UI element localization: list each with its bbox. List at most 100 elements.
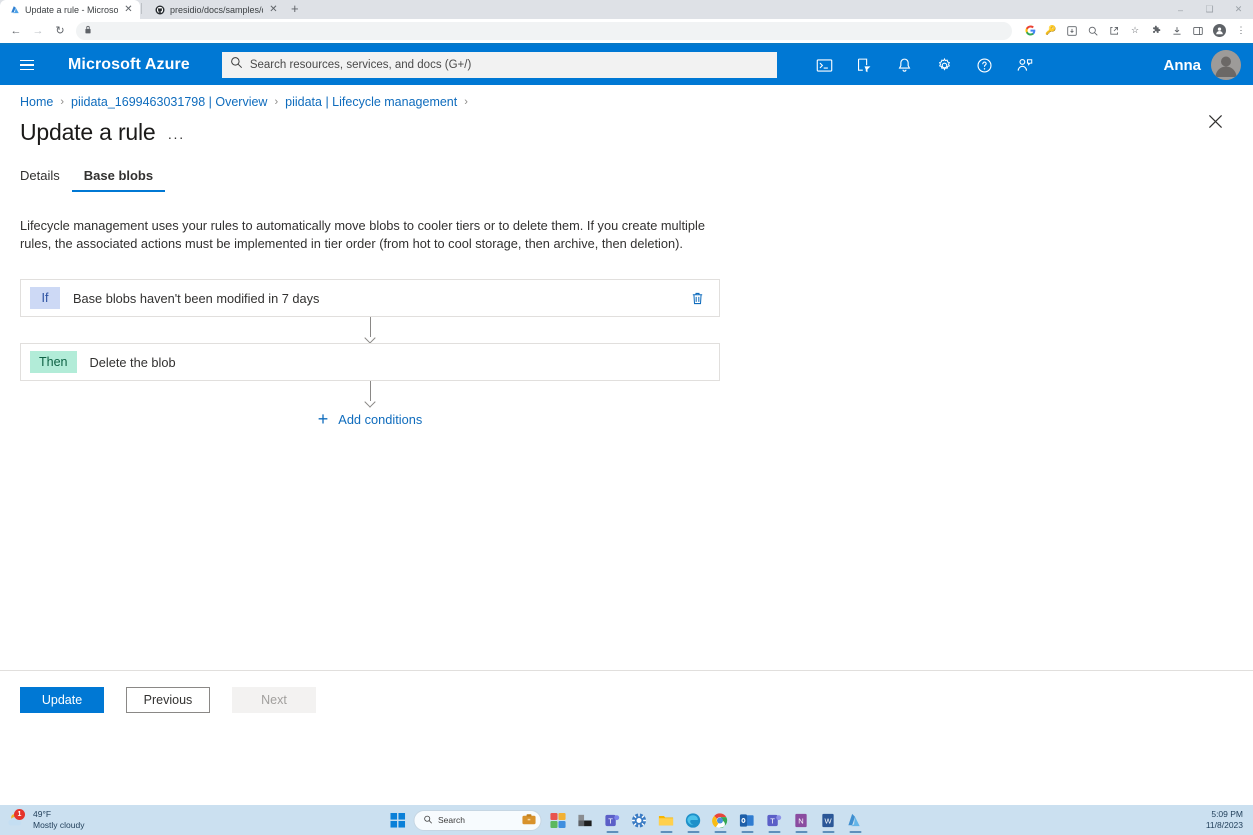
search-icon [423,815,432,826]
onenote-icon[interactable]: N [789,808,813,832]
cloud-shell-icon[interactable] [805,45,845,85]
word-icon[interactable]: W [816,808,840,832]
footer-action-bar: Update Previous Next [0,670,1253,755]
global-search-box[interactable] [221,52,777,78]
azure-storage-icon[interactable] [843,808,867,832]
taskbar-search-placeholder: Search [438,815,465,825]
azure-header-icons [805,45,1045,85]
browser-toolbar: ← → ↻ 🔑 ☆ ⋮ [0,19,1253,43]
rule-condition-row[interactable]: If Base blobs haven't been modified in 7… [20,279,720,318]
minimize-button[interactable]: – [1166,0,1195,19]
profile-icon[interactable] [1213,24,1226,37]
azure-top-bar: Microsoft Azure Anna [0,45,1253,85]
settings-icon[interactable] [627,808,651,832]
address-bar[interactable] [76,21,1012,40]
github-icon [154,4,165,15]
add-conditions-label: Add conditions [338,411,423,427]
windows-taskbar: 1 49°F Mostly cloudy Search T T N W 5:09… [0,805,1253,835]
side-panel-icon[interactable] [1192,25,1204,37]
share-icon[interactable] [1108,25,1120,37]
teams-chat-icon[interactable]: T [762,808,786,832]
user-menu[interactable]: Anna [1163,50,1241,80]
file-explorer-icon[interactable] [654,808,678,832]
condition-text: Base blobs haven't been modified in 7 da… [73,290,320,306]
chrome-icon[interactable] [708,808,732,832]
svg-text:W: W [824,816,832,825]
install-app-icon[interactable] [1066,25,1078,37]
svg-text:T: T [608,816,613,825]
more-options-icon[interactable]: ··· [168,121,185,145]
weather-widget[interactable]: 1 49°F Mostly cloudy [6,809,85,830]
tab-label: Details [20,168,60,183]
if-badge: If [30,287,60,310]
trash-icon[interactable] [685,286,709,310]
close-blade-button[interactable] [1201,107,1229,135]
user-name-label: Anna [1163,56,1202,74]
help-question-icon[interactable] [965,45,1005,85]
back-icon[interactable]: ← [6,21,26,41]
weather-temperature: 49°F [33,809,52,820]
feedback-icon[interactable] [1005,45,1045,85]
browser-tab-title: Update a rule - Microsoft Azure [25,4,118,15]
search-input[interactable] [249,59,769,71]
forward-icon[interactable]: → [28,21,48,41]
update-button[interactable]: Update [20,687,104,713]
breadcrumb-item-lifecycle-management[interactable]: piidata | Lifecycle management [285,95,457,109]
taskbar-search-box[interactable]: Search [413,809,541,831]
clock-date: 11/8/2023 [1205,820,1243,830]
svg-text:N: N [798,816,803,825]
weather-text: 49°F Mostly cloudy [33,809,85,830]
rule-action-row[interactable]: Then Delete the blob [20,343,720,382]
previous-button[interactable]: Previous [126,687,210,713]
system-tray: 5:09 PM 11/8/2023 [1206,809,1247,831]
chrome-menu-icon[interactable]: ⋮ [1235,25,1247,37]
chevron-right-icon: › [274,96,279,108]
svg-text:T: T [770,816,775,825]
password-key-icon[interactable]: 🔑 [1045,25,1057,37]
close-icon[interactable]: ✕ [123,4,134,15]
reload-icon[interactable]: ↻ [50,21,70,41]
hamburger-menu-icon[interactable] [10,48,44,82]
browser-action-icons: 🔑 ☆ ⋮ [1018,24,1247,37]
breadcrumb-item-home[interactable]: Home [20,95,53,109]
zoom-icon[interactable] [1087,25,1099,37]
add-conditions-button[interactable]: + Add conditions [20,410,720,428]
next-button: Next [232,687,316,713]
bookmark-star-icon[interactable]: ☆ [1129,25,1141,37]
teams-icon[interactable]: T [600,808,624,832]
extensions-icon[interactable] [1150,25,1162,37]
chevron-right-icon: › [464,96,468,108]
notifications-bell-icon[interactable] [885,45,925,85]
directories-subscriptions-icon[interactable] [845,45,885,85]
edge-icon[interactable] [681,808,705,832]
browser-tab-0[interactable]: Update a rule - Microsoft Azure ✕ [0,0,140,19]
settings-gear-icon[interactable] [925,45,965,85]
browser-tab-1[interactable]: presidio/docs/samples/deploy ✕ [145,0,285,19]
widgets-icon[interactable] [546,808,570,832]
browser-tab-strip: Update a rule - Microsoft Azure ✕ presid… [0,0,1253,19]
flow-connector-arrow [20,317,720,343]
visual-studio-icon[interactable] [573,808,597,832]
copilot-icon[interactable] [521,812,536,829]
then-badge: Then [30,351,77,374]
tab-details[interactable]: Details [20,168,72,192]
outlook-icon[interactable] [735,808,759,832]
google-icon[interactable] [1024,25,1036,37]
new-tab-button[interactable]: + [285,2,305,17]
tab-divider [141,2,142,14]
breadcrumb: Home › piidata_1699463031798 | Overview … [0,85,1253,109]
clock-time: 5:09 PM [1211,808,1243,819]
title-row: Update a rule ··· [0,109,1253,146]
downloads-icon[interactable] [1171,25,1183,37]
avatar[interactable] [1211,50,1241,80]
page-title: Update a rule [20,119,156,145]
windows-start-icon[interactable] [386,808,410,832]
tab-base-blobs[interactable]: Base blobs [71,168,166,192]
azure-brand-label[interactable]: Microsoft Azure [68,56,190,74]
close-icon[interactable]: ✕ [268,4,279,15]
maximize-button[interactable]: ❑ [1195,0,1224,19]
action-text: Delete the blob [89,354,176,370]
breadcrumb-item-storage-account[interactable]: piidata_1699463031798 | Overview [71,95,267,109]
close-window-button[interactable]: ✕ [1224,0,1253,19]
taskbar-clock[interactable]: 5:09 PM 11/8/2023 [1206,809,1243,831]
